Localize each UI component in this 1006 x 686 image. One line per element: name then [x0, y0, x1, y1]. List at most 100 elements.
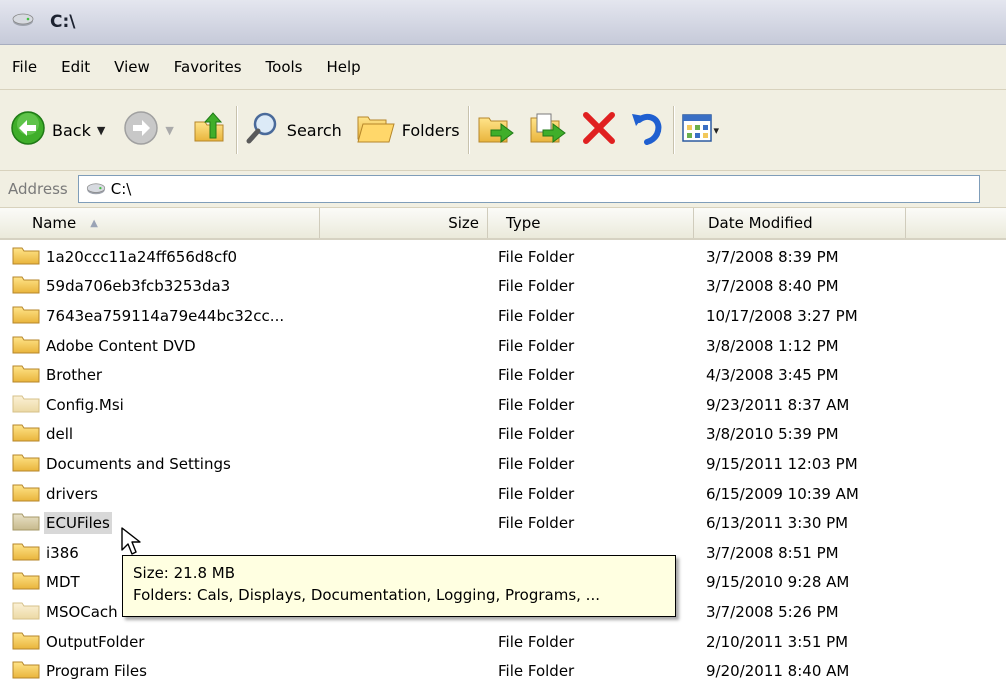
folder-icon — [12, 334, 40, 358]
views-icon — [681, 114, 712, 146]
hard-drive-icon — [12, 12, 34, 32]
forward-icon — [123, 110, 159, 150]
file-date: 2/10/2011 3:51 PM — [706, 632, 849, 651]
address-value: C:\ — [110, 180, 132, 198]
move-to-icon — [477, 110, 517, 150]
move-to-button[interactable] — [477, 102, 517, 158]
file-name: Brother — [46, 366, 103, 385]
forward-button[interactable]: ▼ — [123, 102, 174, 158]
list-item[interactable]: Brother File Folder 4/3/2008 3:45 PM — [0, 360, 1006, 390]
list-item[interactable]: Program Files File Folder 9/20/2011 8:40… — [0, 656, 1006, 686]
file-name: i386 — [46, 543, 79, 562]
up-folder-button[interactable] — [192, 102, 228, 158]
file-type: File Folder — [498, 306, 575, 325]
toolbar-separator — [467, 106, 469, 154]
file-date: 3/7/2008 8:51 PM — [706, 543, 839, 562]
menu-edit[interactable]: Edit — [49, 58, 102, 76]
folder-icon — [12, 659, 40, 683]
address-label: Address — [8, 180, 68, 198]
file-type: File Folder — [498, 336, 575, 355]
copy-to-button[interactable] — [529, 102, 569, 158]
folder-info-tooltip: Size: 21.8 MB Folders: Cals, Displays, D… — [122, 555, 676, 617]
column-header-name[interactable]: Name ▲ — [0, 208, 320, 238]
file-date: 9/15/2010 9:28 AM — [706, 573, 850, 592]
forward-dropdown-icon[interactable]: ▼ — [165, 124, 173, 137]
file-type: File Folder — [498, 484, 575, 503]
folder-icon — [12, 482, 40, 506]
file-date: 9/23/2011 8:37 AM — [706, 395, 850, 414]
file-type: File Folder — [498, 277, 575, 296]
menu-view[interactable]: View — [102, 58, 162, 76]
menu-favorites[interactable]: Favorites — [162, 58, 254, 76]
file-type: File Folder — [498, 662, 575, 681]
file-name: drivers — [46, 484, 98, 503]
list-item[interactable]: Adobe Content DVD File Folder 3/8/2008 1… — [0, 331, 1006, 361]
file-type: File Folder — [498, 366, 575, 385]
column-header-bar: Name ▲ Size Type Date Modified — [0, 208, 1006, 240]
list-item[interactable]: Documents and Settings File Folder 9/15/… — [0, 449, 1006, 479]
file-name: MDT — [46, 573, 80, 592]
undo-icon — [629, 110, 665, 150]
file-date: 3/7/2008 8:40 PM — [706, 277, 839, 296]
list-item[interactable]: dell File Folder 3/8/2010 5:39 PM — [0, 420, 1006, 450]
folder-icon — [12, 363, 40, 387]
hidden-folder-icon — [12, 600, 40, 624]
folder-icon — [12, 422, 40, 446]
address-input[interactable]: C:\ — [77, 175, 980, 203]
views-dropdown-icon[interactable]: ▾ — [714, 124, 720, 137]
column-header-size[interactable]: Size — [320, 208, 488, 238]
file-date: 6/13/2011 3:30 PM — [706, 514, 849, 533]
copy-to-icon — [529, 110, 569, 150]
file-name: dell — [46, 425, 74, 444]
column-header-date-label: Date Modified — [708, 214, 813, 232]
column-header-type-label: Type — [506, 214, 541, 232]
views-button[interactable]: ▾ — [681, 102, 720, 158]
toolbar-separator — [672, 106, 674, 154]
column-header-size-label: Size — [448, 214, 479, 232]
column-header-date-modified[interactable]: Date Modified — [694, 208, 906, 238]
file-type: File Folder — [498, 454, 575, 473]
menu-help[interactable]: Help — [315, 58, 373, 76]
search-button[interactable]: Search — [245, 102, 342, 158]
folder-icon — [12, 630, 40, 654]
folders-button[interactable]: Folders — [356, 102, 460, 158]
folder-icon — [12, 274, 40, 298]
menu-tools[interactable]: Tools — [254, 58, 315, 76]
folders-label: Folders — [401, 120, 460, 140]
list-item-selected[interactable]: ECUFiles File Folder 6/13/2011 3:30 PM — [0, 508, 1006, 538]
file-name: ECUFiles — [44, 512, 112, 535]
delete-button[interactable] — [581, 102, 617, 158]
undo-button[interactable] — [629, 102, 665, 158]
file-type: File Folder — [498, 514, 575, 533]
list-item[interactable]: 7643ea759114a79e44bc32cc... File Folder … — [0, 301, 1006, 331]
search-label: Search — [286, 120, 342, 140]
file-name: 7643ea759114a79e44bc32cc... — [46, 306, 285, 325]
back-dropdown-icon[interactable]: ▼ — [97, 124, 105, 137]
column-header-type[interactable]: Type — [488, 208, 694, 238]
file-name: OutputFolder — [46, 632, 145, 651]
menu-file[interactable]: File — [0, 58, 49, 76]
folder-icon — [12, 541, 40, 565]
file-date: 10/17/2008 3:27 PM — [706, 306, 858, 325]
file-date: 3/7/2008 5:26 PM — [706, 602, 839, 621]
file-name: 59da706eb3fcb3253da3 — [46, 277, 231, 296]
file-name: Program Files — [46, 662, 147, 681]
hard-drive-icon — [85, 182, 107, 196]
file-type: File Folder — [498, 247, 575, 266]
list-item[interactable]: 1a20ccc11a24ff656d8cf0 File Folder 3/7/2… — [0, 242, 1006, 272]
list-item[interactable]: OutputFolder File Folder 2/10/2011 3:51 … — [0, 627, 1006, 657]
delete-icon — [581, 110, 617, 150]
list-item[interactable]: Config.Msi File Folder 9/23/2011 8:37 AM — [0, 390, 1006, 420]
column-header-name-label: Name — [32, 214, 77, 232]
menu-bar: File Edit View Favorites Tools Help — [0, 45, 1006, 90]
folder-icon — [12, 570, 40, 594]
file-name: Documents and Settings — [46, 454, 231, 473]
title-bar[interactable]: C:\ — [0, 0, 1006, 45]
up-folder-icon — [192, 110, 228, 150]
back-button[interactable]: Back ▼ — [10, 102, 105, 158]
list-item[interactable]: drivers File Folder 6/15/2009 10:39 AM — [0, 479, 1006, 509]
toolbar-separator — [235, 106, 237, 154]
toolbar: Back ▼ ▼ Search Folders ▾ — [0, 90, 1006, 171]
file-date: 4/3/2008 3:45 PM — [706, 366, 839, 385]
list-item[interactable]: 59da706eb3fcb3253da3 File Folder 3/7/200… — [0, 272, 1006, 302]
